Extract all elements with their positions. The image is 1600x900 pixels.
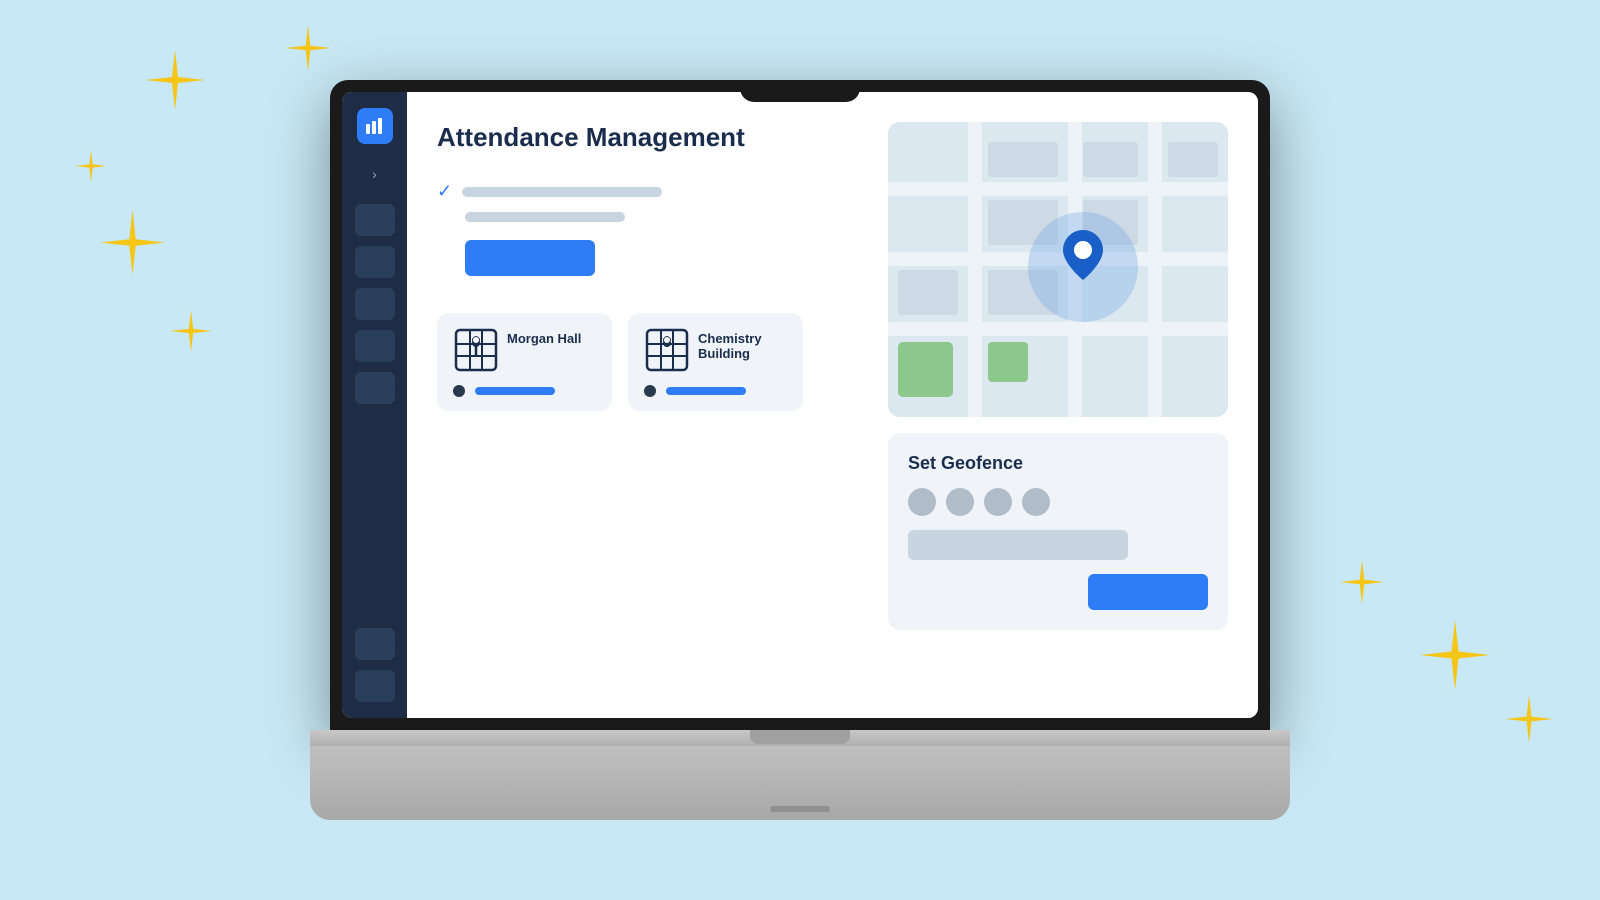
card-dot-2 <box>644 385 656 397</box>
card-bar-2 <box>666 387 746 395</box>
screen-bezel: › Attendance Management ✓ <box>330 80 1270 730</box>
location-map-icon-2 <box>644 327 690 373</box>
laptop-base <box>310 730 1290 820</box>
input-field-1[interactable] <box>462 187 662 197</box>
laptop-hinge <box>750 730 850 744</box>
form-row-1: ✓ <box>437 181 864 202</box>
location-cards: Morgan Hall <box>437 313 864 411</box>
location-card-morgan-hall[interactable]: Morgan Hall <box>437 313 612 411</box>
location-map-icon-1 <box>453 327 499 373</box>
sidebar-nav-item-5[interactable] <box>355 372 395 404</box>
geofence-dots <box>908 488 1208 516</box>
sidebar-nav-item-3[interactable] <box>355 288 395 320</box>
card-footer-1 <box>453 385 596 397</box>
sparkle-4 <box>100 210 165 275</box>
location-card-chemistry-building[interactable]: Chemistry Building <box>628 313 803 411</box>
sparkle-8 <box>1420 620 1490 690</box>
sparkle-9 <box>1505 695 1553 743</box>
sparkle-3 <box>75 150 107 182</box>
card-label-1: Morgan Hall <box>507 327 581 346</box>
expand-sidebar-button[interactable]: › <box>363 162 387 186</box>
check-icon: ✓ <box>437 181 452 202</box>
set-geofence-button[interactable] <box>1088 574 1208 610</box>
geofence-title: Set Geofence <box>908 453 1208 474</box>
card-header-2: Chemistry Building <box>644 327 787 373</box>
app-logo[interactable] <box>357 108 393 144</box>
page-title: Attendance Management <box>437 122 864 153</box>
left-panel: Attendance Management ✓ <box>437 122 864 688</box>
card-label-2: Chemistry Building <box>698 327 787 361</box>
geo-dot-1 <box>908 488 936 516</box>
laptop-hinge-area <box>310 730 1290 746</box>
geofence-panel: Set Geofence <box>888 433 1228 630</box>
sidebar-nav-item-6[interactable] <box>355 628 395 660</box>
card-dot-1 <box>453 385 465 397</box>
right-panel: Set Geofence <box>888 122 1228 688</box>
sidebar-nav-item-1[interactable] <box>355 204 395 236</box>
submit-button[interactable] <box>465 240 595 276</box>
laptop: › Attendance Management ✓ <box>310 80 1290 820</box>
sidebar-nav-item-2[interactable] <box>355 246 395 278</box>
sparkle-2 <box>285 25 331 71</box>
card-header-1: Morgan Hall <box>453 327 596 373</box>
card-footer-2 <box>644 385 787 397</box>
sparkle-7 <box>1340 560 1384 604</box>
sidebar-nav-item-4[interactable] <box>355 330 395 362</box>
logo-icon <box>365 116 385 136</box>
sparkle-5 <box>170 310 212 352</box>
map-svg <box>888 122 1228 417</box>
screen: › Attendance Management ✓ <box>342 92 1258 718</box>
laptop-bottom <box>310 746 1290 820</box>
form-area: ✓ <box>437 181 864 281</box>
sidebar: › <box>342 92 407 718</box>
geo-dot-3 <box>984 488 1012 516</box>
geo-dot-4 <box>1022 488 1050 516</box>
sparkle-1 <box>145 50 205 110</box>
input-field-2[interactable] <box>465 212 625 222</box>
camera-notch <box>740 80 860 102</box>
main-content: Attendance Management ✓ <box>407 92 1258 718</box>
geo-dot-2 <box>946 488 974 516</box>
map-container <box>888 122 1228 417</box>
sidebar-nav-item-7[interactable] <box>355 670 395 702</box>
geofence-input-bar[interactable] <box>908 530 1128 560</box>
card-bar-1 <box>475 387 555 395</box>
